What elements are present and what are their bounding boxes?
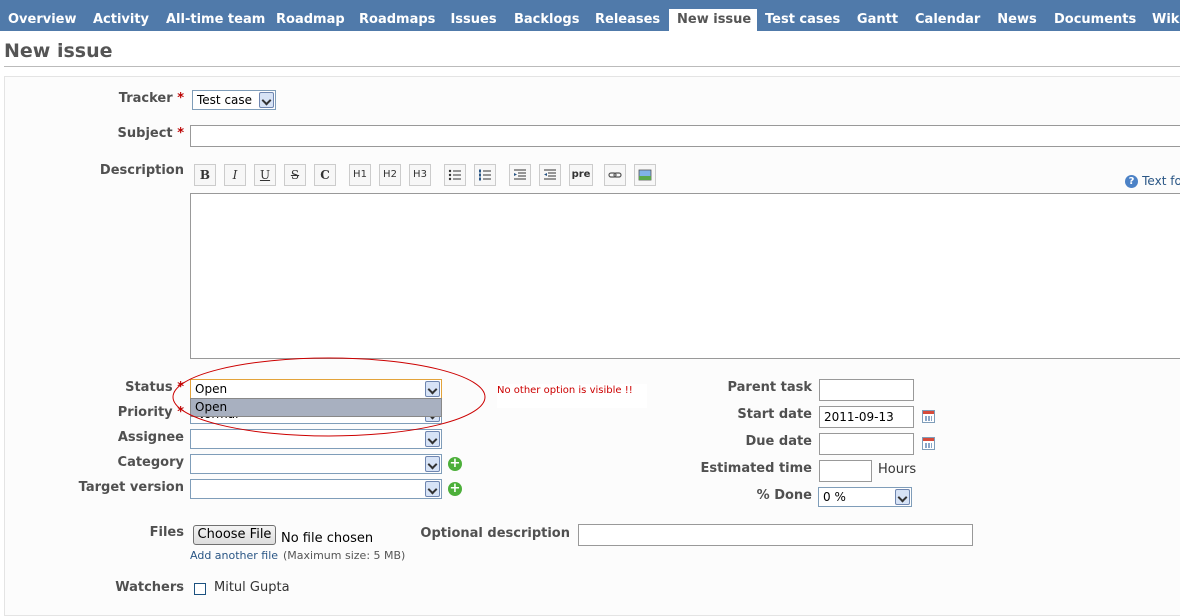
preformatted-button[interactable]: pre <box>569 164 593 186</box>
link-icon <box>608 172 622 178</box>
tab-new-issue[interactable]: New issue <box>669 9 757 31</box>
subject-label: Subject * <box>117 126 184 141</box>
image-button[interactable] <box>634 164 656 186</box>
add-version-icon[interactable]: + <box>448 482 462 496</box>
unordered-list-icon <box>448 169 461 181</box>
add-category-icon[interactable]: + <box>448 457 462 471</box>
main-menu: Overview Activity All-time team Roadmap … <box>0 0 1180 31</box>
watchers-label: Watchers <box>115 580 184 595</box>
description-label: Description <box>99 163 184 178</box>
calendar-icon[interactable] <box>922 437 935 450</box>
target-version-select[interactable] <box>190 479 442 499</box>
done-label: % Done <box>756 488 812 503</box>
image-icon <box>638 169 652 181</box>
indent-right-button[interactable] <box>539 164 561 186</box>
heading2-button[interactable]: H2 <box>379 164 401 186</box>
indent-icon <box>544 169 556 180</box>
heading1-button[interactable]: H1 <box>349 164 371 186</box>
assignee-label: Assignee <box>117 430 184 445</box>
text-formatting-link: Text formatting <box>1142 174 1180 188</box>
priority-label: Priority * <box>117 405 184 420</box>
title-divider <box>4 66 1180 67</box>
page-title: New issue <box>4 40 113 62</box>
add-another-file-link[interactable]: Add another file <box>190 549 278 562</box>
estimated-time-label: Estimated time <box>700 461 812 476</box>
bold-button[interactable]: B <box>194 164 216 186</box>
chevron-down-icon <box>425 456 440 472</box>
due-date-label: Due date <box>745 434 813 449</box>
text-formatting-help[interactable]: ? Text formatting <box>1125 174 1180 189</box>
tracker-label: Tracker * <box>118 91 184 106</box>
watcher-name: Mitul Gupta <box>214 580 290 595</box>
calendar-icon[interactable] <box>922 410 935 423</box>
tracker-value: Test case <box>197 93 253 107</box>
italic-button[interactable]: I <box>224 164 246 186</box>
tab-calendar[interactable]: Calendar <box>907 5 988 31</box>
help-icon: ? <box>1125 175 1138 188</box>
tab-gantt[interactable]: Gantt <box>848 5 907 31</box>
start-date-label: Start date <box>737 407 812 422</box>
tab-issues[interactable]: Issues <box>441 5 506 31</box>
chevron-down-icon <box>425 481 440 497</box>
ordered-list-icon <box>479 169 491 181</box>
max-size-text: (Maximum size: 5 MB) <box>283 549 406 562</box>
tab-releases[interactable]: Releases <box>587 5 668 31</box>
tab-news[interactable]: News <box>988 5 1046 31</box>
files-label: Files <box>149 525 184 540</box>
tab-wiki[interactable]: Wiki <box>1144 5 1180 31</box>
code-button[interactable]: C <box>314 164 336 186</box>
unordered-list-button[interactable] <box>444 164 466 186</box>
tracker-select[interactable]: Test case <box>192 90 276 110</box>
tab-activity[interactable]: Activity <box>84 5 158 31</box>
done-value: 0 % <box>823 490 846 504</box>
status-label: Status * <box>125 380 184 395</box>
tab-roadmaps[interactable]: Roadmaps <box>351 5 441 31</box>
link-button[interactable] <box>604 164 626 186</box>
tab-roadmap[interactable]: Roadmap <box>268 5 351 31</box>
hours-unit: Hours <box>878 462 917 477</box>
parent-task-label: Parent task <box>727 380 812 395</box>
outdent-icon <box>514 169 526 180</box>
annotation-note: No other option is visible !! <box>497 385 633 396</box>
watcher-checkbox[interactable] <box>194 583 206 595</box>
category-select[interactable] <box>190 454 442 474</box>
category-label: Category <box>117 455 184 470</box>
optional-description-input[interactable] <box>578 524 973 546</box>
chevron-down-icon <box>895 489 910 505</box>
heading3-button[interactable]: H3 <box>409 164 431 186</box>
tab-overview[interactable]: Overview <box>0 5 84 31</box>
chevron-down-icon <box>259 92 274 108</box>
target-version-label: Target version <box>78 480 184 495</box>
indent-left-button[interactable] <box>509 164 531 186</box>
strikethrough-button[interactable]: S <box>284 164 306 186</box>
parent-task-input[interactable] <box>819 379 914 401</box>
due-date-input[interactable] <box>819 433 914 455</box>
ordered-list-button[interactable] <box>474 164 496 186</box>
no-file-chosen-text: No file chosen <box>281 531 374 546</box>
estimated-time-input[interactable] <box>819 460 872 482</box>
annotation-ellipse <box>172 357 486 437</box>
tab-test-cases[interactable]: Test cases <box>757 5 848 31</box>
tab-backlogs[interactable]: Backlogs <box>506 5 587 31</box>
choose-file-button[interactable]: Choose File <box>193 525 276 545</box>
description-textarea[interactable] <box>190 193 1180 359</box>
subject-input[interactable] <box>190 125 1180 147</box>
annotation-note-box: No other option is visible !! <box>497 384 647 408</box>
tab-all-time-team[interactable]: All-time team <box>158 5 268 31</box>
underline-button[interactable]: U <box>254 164 276 186</box>
tab-documents[interactable]: Documents <box>1046 5 1142 31</box>
start-date-input[interactable] <box>819 406 914 428</box>
done-select[interactable]: 0 % <box>818 487 912 507</box>
optional-description-label: Optional description <box>420 526 570 541</box>
